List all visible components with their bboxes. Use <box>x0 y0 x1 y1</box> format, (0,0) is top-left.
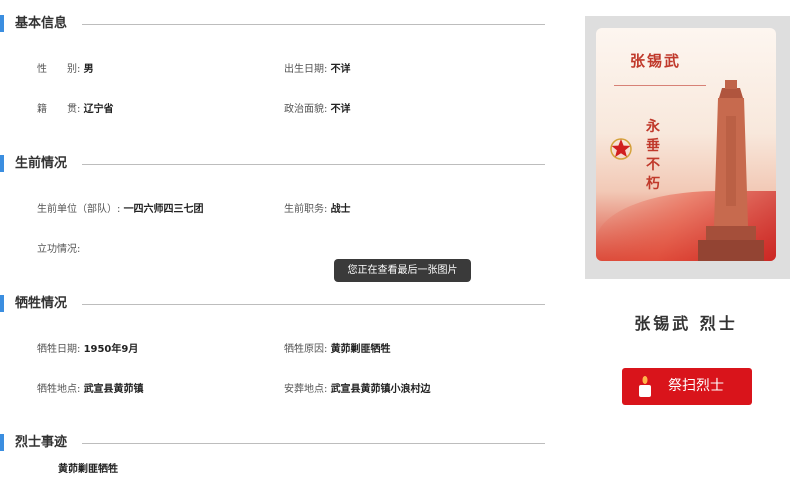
field-gender: 性 别: 男 <box>37 63 94 77</box>
candle-icon <box>639 376 651 397</box>
section-marker <box>0 434 4 451</box>
field-label: 出生日期: <box>284 64 328 75</box>
section-basic-info: 基本信息 <box>0 14 545 34</box>
field-value: 辽宁省 <box>83 104 114 115</box>
section-title: 牺牲情况 <box>15 296 68 311</box>
field-value: 不详 <box>330 104 351 115</box>
divider <box>82 164 545 165</box>
divider <box>82 24 545 25</box>
memorial-poster[interactable]: 张锡武 永垂不朽 <box>596 28 776 261</box>
field-political-status: 政治面貌: 不详 <box>284 103 351 117</box>
field-label: 生前单位（部队）: <box>37 204 121 215</box>
section-title: 烈士事迹 <box>15 435 68 450</box>
field-label: 性 别: <box>37 64 81 75</box>
section-sacrifice: 牺牲情况 <box>0 294 545 314</box>
field-birth-date: 出生日期: 不详 <box>284 63 351 77</box>
deeds-text: 黄茆剿匪牺牲 <box>58 463 118 477</box>
poster-slogan: 永垂不朽 <box>646 119 660 192</box>
field-label: 安葬地点: <box>284 384 328 395</box>
field-sacrifice-reason: 牺牲原因: 黄茆剿匪牺牲 <box>284 343 391 357</box>
field-sacrifice-date: 牺牲日期: 1950年9月 <box>37 343 138 357</box>
field-value: 不详 <box>330 64 351 75</box>
field-label: 生前职务: <box>284 204 328 215</box>
section-marker <box>0 155 4 172</box>
poster-name: 张锡武 <box>630 52 682 70</box>
field-label: 牺牲日期: <box>37 344 81 355</box>
field-burial-place: 安葬地点: 武宣县黄茆镇小浪村边 <box>284 383 431 397</box>
field-sacrifice-place: 牺牲地点: 武宣县黄茆镇 <box>37 383 144 397</box>
image-tooltip: 您正在查看最后一张图片 <box>334 259 471 282</box>
field-label: 立功情况: <box>37 244 81 255</box>
field-value: 一四六师四三七团 <box>123 204 204 215</box>
monument-icon <box>698 80 764 261</box>
section-title: 基本信息 <box>15 16 68 31</box>
star-icon <box>610 138 632 160</box>
tribute-button[interactable]: 祭扫烈士 <box>622 368 752 405</box>
field-value: 1950年9月 <box>83 344 139 355</box>
field-label: 牺牲原因: <box>284 344 328 355</box>
deeds-content: 黄茆剿匪牺牲 <box>58 464 118 475</box>
field-value: 战士 <box>330 204 351 215</box>
field-origin: 籍 贯: 辽宁省 <box>37 103 114 117</box>
field-value: 黄茆剿匪牺牲 <box>330 344 391 355</box>
section-marker <box>0 295 4 312</box>
field-value: 武宣县黄茆镇 <box>83 384 144 395</box>
field-merit: 立功情况: <box>37 243 80 257</box>
poster-frame: 张锡武 永垂不朽 <box>585 16 790 279</box>
section-life-before: 生前情况 <box>0 154 545 174</box>
field-duty: 生前职务: 战士 <box>284 203 351 217</box>
field-value: 武宣县黄茆镇小浪村边 <box>330 384 431 395</box>
field-value: 男 <box>83 64 94 75</box>
divider <box>82 443 545 444</box>
field-label: 籍 贯: <box>37 104 81 115</box>
field-label: 牺牲地点: <box>37 384 81 395</box>
info-panel: 基本信息 性 别: 男 出生日期: 不详 籍 贯: 辽宁省 政治面貌: 不详 生… <box>0 0 560 495</box>
field-unit: 生前单位（部队）: 一四六师四三七团 <box>37 203 204 217</box>
divider <box>82 304 545 305</box>
poster-divider <box>614 85 706 86</box>
section-marker <box>0 15 4 32</box>
section-title: 生前情况 <box>15 156 68 171</box>
hero-name: 张锡武 烈士 <box>634 314 738 333</box>
field-label: 政治面貌: <box>284 104 328 115</box>
tribute-label: 祭扫烈士 <box>668 378 724 394</box>
section-deeds: 烈士事迹 <box>0 433 545 453</box>
